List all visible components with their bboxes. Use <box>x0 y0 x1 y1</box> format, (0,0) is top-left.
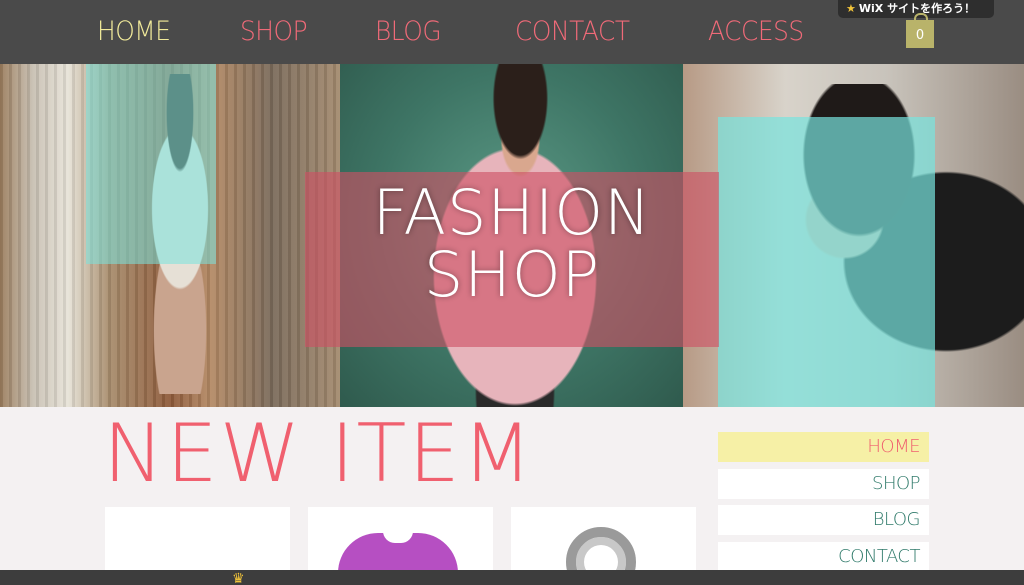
wix-brand: WiX <box>858 2 884 15</box>
nav-contact-link[interactable]: CONTACT <box>515 14 630 50</box>
crown-logo-icon: ♛ <box>232 571 245 585</box>
wix-star-icon: ★ <box>846 2 856 15</box>
nav-home-link[interactable]: HOME <box>97 14 171 50</box>
side-menu-contact[interactable]: CONTACT <box>718 542 929 572</box>
cyan-overlay-right <box>718 117 935 407</box>
hero-title: FASHION SHOP <box>305 182 719 306</box>
nav-blog-link[interactable]: BLOG <box>375 14 442 50</box>
shopping-bag-icon[interactable]: 0 <box>906 13 934 48</box>
side-menu-blog[interactable]: BLOG <box>718 505 929 535</box>
side-menu-shop[interactable]: SHOP <box>718 469 929 499</box>
top-navigation-bar: HOME SHOP BLOG CONTACT ACCESS ★ WiX サイトを作… <box>0 0 1024 64</box>
wix-promo-text: サイトを作ろう！ <box>887 2 976 15</box>
bottom-bar <box>0 570 1024 585</box>
nav-shop-link[interactable]: SHOP <box>240 14 308 50</box>
hero-banner: FASHION SHOP <box>0 64 1024 407</box>
new-item-heading: NEW ITEM <box>103 407 535 500</box>
nav-access-link[interactable]: ACCESS <box>708 14 804 50</box>
cyan-overlay-left <box>86 64 216 264</box>
side-menu-home[interactable]: HOME <box>718 432 929 462</box>
cart-count: 0 <box>915 28 925 43</box>
hero-title-line2: SHOP <box>423 238 601 311</box>
hero-title-line1: FASHION <box>372 176 652 249</box>
